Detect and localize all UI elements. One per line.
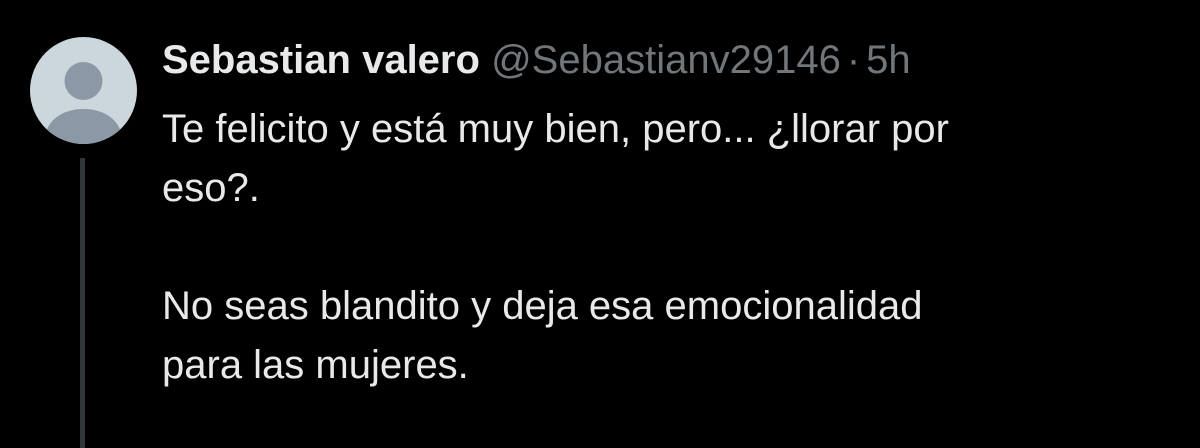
avatar-silhouette bbox=[44, 62, 123, 144]
tweet-text: Te felicito y está muy bien, pero... ¿ll… bbox=[162, 100, 1122, 395]
author-name[interactable]: Sebastian valero bbox=[162, 38, 480, 82]
thread-connector-line bbox=[80, 158, 85, 448]
tweet-text-line: Te felicito y está muy bien, pero... ¿ll… bbox=[162, 107, 949, 151]
tweet-text-line: para las mujeres. bbox=[162, 343, 469, 387]
tweet-paragraph: No seas blandito y deja esa emocionalida… bbox=[162, 277, 1122, 395]
tweet-paragraph: Te felicito y está muy bien, pero... ¿ll… bbox=[162, 100, 1122, 218]
default-user-avatar-icon[interactable] bbox=[30, 37, 137, 144]
tweet-header: Sebastian valero @Sebastianv29146 · 5h bbox=[162, 34, 911, 86]
header-separator: · bbox=[846, 38, 861, 82]
tweet-text-line: No seas blandito y deja esa emocionalida… bbox=[162, 284, 923, 328]
author-handle[interactable]: @Sebastianv29146 bbox=[491, 38, 841, 82]
tweet-text-line: eso?. bbox=[162, 166, 260, 210]
tweet-timestamp[interactable]: 5h bbox=[866, 38, 911, 82]
reply-tweet[interactable]: Sebastian valero @Sebastianv29146 · 5h Te … bbox=[0, 0, 1200, 448]
